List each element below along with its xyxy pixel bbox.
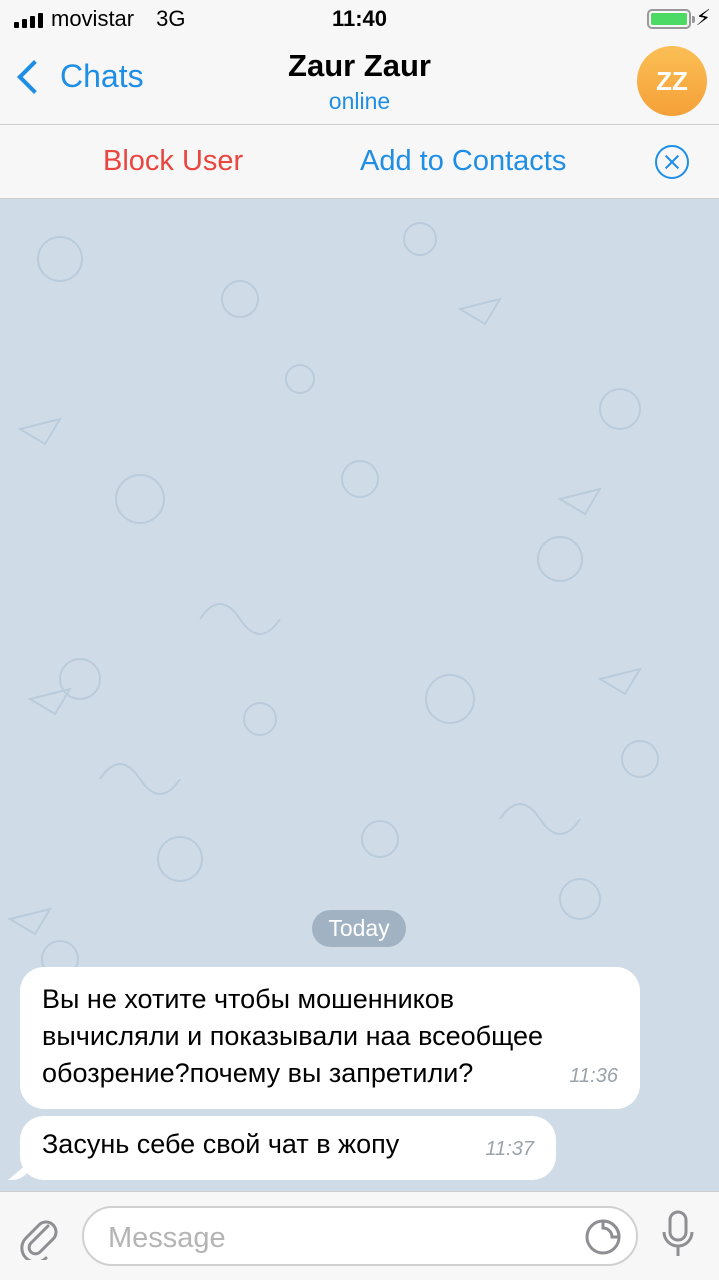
message-line: Вы не хотите чтобы мошенников bbox=[42, 984, 455, 1014]
message-time: 11:36 bbox=[569, 1065, 618, 1087]
message-bubble[interactable]: Вы не хотите чтобы мошенников вычисляли … bbox=[20, 967, 640, 1109]
date-separator: Today bbox=[312, 910, 406, 947]
message-bubble[interactable]: Засунь себе свой чат в жопу 11:37 bbox=[20, 1116, 556, 1180]
microphone-icon[interactable] bbox=[660, 1210, 696, 1260]
message-input-container[interactable] bbox=[82, 1206, 638, 1266]
status-time: 11:40 bbox=[331, 6, 388, 31]
message-time: 11:37 bbox=[485, 1138, 534, 1160]
message-line: Засунь себе свой чат в жопу bbox=[42, 1129, 400, 1159]
chat-header[interactable]: Zaur Zaur online bbox=[0, 48, 719, 115]
close-icon[interactable] bbox=[655, 145, 689, 179]
status-bar: movistar 3G 11:40 ⚡ bbox=[0, 0, 719, 40]
contact-status: online bbox=[328, 88, 391, 114]
avatar-initials: ZZ bbox=[656, 65, 688, 96]
avatar[interactable]: ZZ bbox=[637, 46, 707, 116]
message-line: вычисляли и показывали наа всеобщее bbox=[42, 1021, 544, 1051]
paperclip-icon[interactable] bbox=[18, 1212, 62, 1260]
chat-area[interactable]: Today Вы не хотите чтобы мошенников вычи… bbox=[0, 199, 719, 1191]
block-user-button[interactable]: Block User bbox=[103, 145, 243, 178]
nav-bar: Chats Zaur Zaur online ZZ bbox=[0, 40, 719, 124]
composer-bar bbox=[0, 1191, 719, 1280]
message-input[interactable] bbox=[106, 1218, 580, 1258]
add-to-contacts-button[interactable]: Add to Contacts bbox=[360, 145, 566, 178]
sticker-icon[interactable] bbox=[584, 1218, 622, 1256]
bolt-icon: ⚡ bbox=[695, 5, 711, 30]
action-bar: Block User Add to Contacts bbox=[0, 124, 719, 199]
battery-icon bbox=[647, 9, 695, 29]
contact-name: Zaur Zaur bbox=[288, 48, 431, 83]
message-line: обозрение?почему вы запретили? bbox=[42, 1058, 474, 1088]
